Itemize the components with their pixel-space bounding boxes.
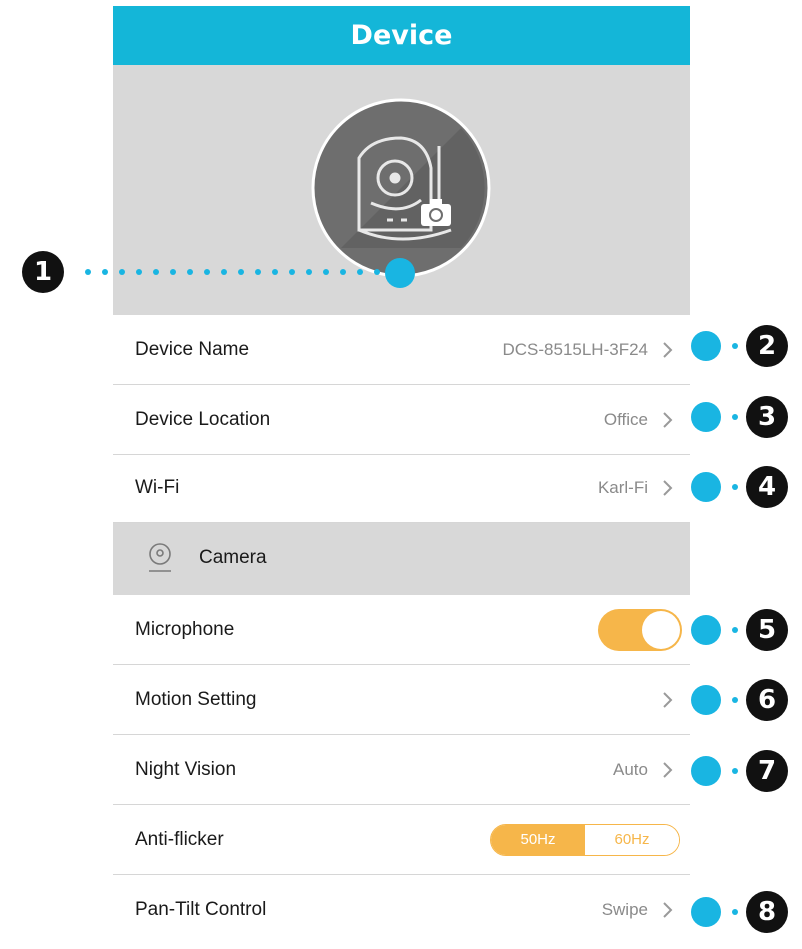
callout-badge-1: 1 [22, 251, 64, 293]
callout-dot-8 [691, 897, 721, 927]
callout-badge-8: 8 [746, 891, 788, 933]
callout-badge-7: 7 [746, 750, 788, 792]
callout-badge-5: 5 [746, 609, 788, 651]
callout-badge-6: 6 [746, 679, 788, 721]
callout-badge-3: 3 [746, 396, 788, 438]
callout-dot-3 [691, 402, 721, 432]
callout-dot-7 [691, 756, 721, 786]
callout-dot-6 [691, 685, 721, 715]
callout-dot-5 [691, 615, 721, 645]
callout-dot-2 [691, 331, 721, 361]
callout-badge-4: 4 [746, 466, 788, 508]
callout-dot-4 [691, 472, 721, 502]
callout-lines [85, 269, 738, 915]
callout-dot-1 [385, 258, 415, 288]
callout-badge-2: 2 [746, 325, 788, 367]
